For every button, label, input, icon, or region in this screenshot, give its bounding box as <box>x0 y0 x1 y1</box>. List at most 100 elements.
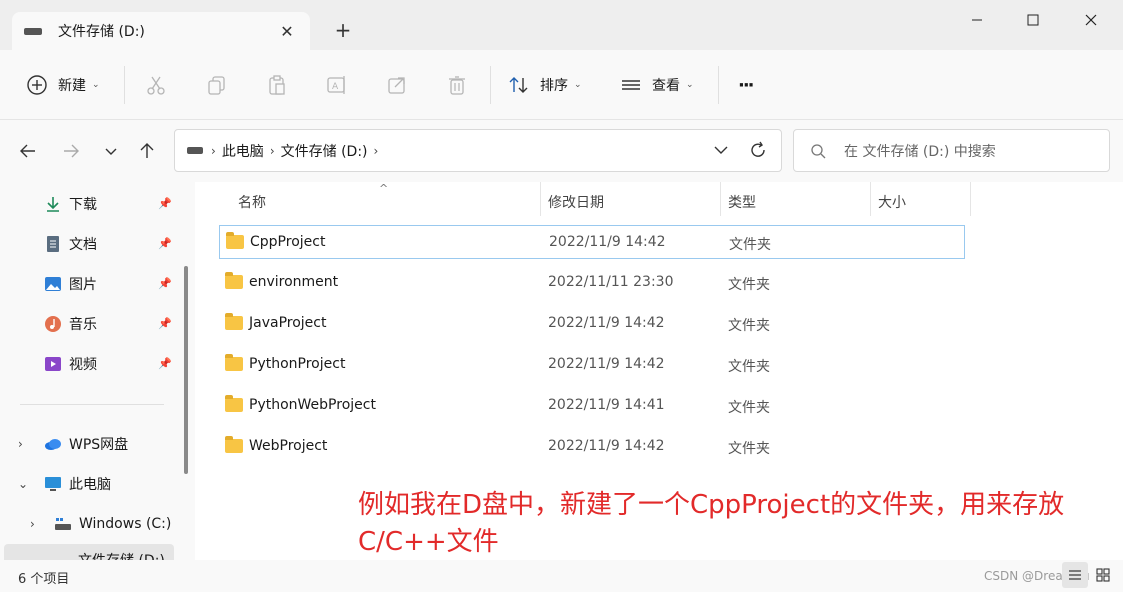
chevron-down-icon <box>105 148 117 155</box>
divider <box>718 66 719 104</box>
rename-button[interactable]: A <box>324 72 350 98</box>
trash-icon <box>449 76 465 95</box>
column-header-size[interactable]: 大小 <box>878 192 906 212</box>
sidebar-item-music[interactable]: 音乐 <box>44 311 97 337</box>
copy-button[interactable] <box>204 72 230 98</box>
close-window-button[interactable] <box>1076 6 1106 34</box>
divider <box>20 404 164 405</box>
tiles-view-button[interactable] <box>1090 562 1116 588</box>
sidebar-item-documents[interactable]: 文档 <box>44 231 97 257</box>
pin-icon[interactable]: 📌 <box>158 197 172 210</box>
collapse-this-pc-button[interactable]: ⌄ <box>18 477 28 491</box>
forward-button[interactable] <box>58 138 84 164</box>
pin-icon[interactable]: 📌 <box>158 277 172 290</box>
delete-button[interactable] <box>444 72 470 98</box>
tab-close-button[interactable]: ✕ <box>272 22 302 41</box>
breadcrumb-drive-d[interactable]: 文件存储 (D:) <box>281 141 368 161</box>
back-button[interactable] <box>15 138 41 164</box>
chevron-right-icon: › <box>211 143 216 158</box>
arrow-left-icon <box>20 144 35 158</box>
table-row[interactable]: JavaProject 2022/11/9 14:42 文件夹 <box>219 307 965 341</box>
folder-icon <box>225 436 243 453</box>
new-label: 新建 <box>58 78 86 94</box>
download-icon <box>47 197 59 212</box>
details-view-icon <box>1069 570 1081 580</box>
status-bar: 6 个项目 CSDN @DreamSu <box>0 560 1123 592</box>
paste-button[interactable] <box>264 72 290 98</box>
minimize-button[interactable] <box>962 6 992 34</box>
more-button[interactable]: ··· <box>738 72 754 98</box>
video-icon <box>45 357 61 371</box>
up-button[interactable] <box>134 138 160 164</box>
pin-icon[interactable]: 📌 <box>158 317 172 330</box>
pin-icon[interactable]: 📌 <box>158 357 172 370</box>
sidebar-item-pictures[interactable]: 图片 <box>44 271 97 297</box>
item-count: 6 个项目 <box>18 572 70 587</box>
sidebar-item-this-pc[interactable]: 此电脑 <box>44 471 111 497</box>
pin-icon[interactable]: 📌 <box>158 237 172 250</box>
address-bar[interactable]: › 此电脑 › 文件存储 (D:) › <box>174 129 782 172</box>
refresh-button[interactable] <box>749 141 767 163</box>
column-divider[interactable] <box>970 182 971 216</box>
address-dropdown-button[interactable] <box>713 142 729 162</box>
column-divider[interactable] <box>720 182 721 216</box>
maximize-button[interactable] <box>1018 6 1048 34</box>
chevron-right-icon[interactable]: › <box>374 144 379 158</box>
refresh-icon <box>751 141 765 157</box>
sort-button[interactable]: 排序 ⌄ <box>508 72 582 98</box>
sidebar-item-label: 文件存储 (D:) <box>78 550 165 560</box>
file-date: 2022/11/9 14:41 <box>548 397 665 413</box>
sidebar-item-drive-d[interactable]: 文件存储 (D:) <box>4 544 174 560</box>
sidebar-item-label: 文档 <box>69 237 97 253</box>
folder-icon <box>225 354 243 371</box>
expand-drive-c-button[interactable]: › <box>30 517 35 531</box>
sidebar-item-videos[interactable]: 视频 <box>44 351 97 377</box>
file-type: 文件夹 <box>728 359 770 375</box>
file-name: PythonProject <box>249 356 346 372</box>
view-button[interactable]: 查看 ⌄ <box>620 72 694 98</box>
sidebar-item-drive-c[interactable]: Windows (C:) <box>54 511 171 537</box>
add-icon <box>27 75 47 95</box>
column-header-type[interactable]: 类型 <box>728 192 756 212</box>
file-name: JavaProject <box>249 315 327 331</box>
expand-wps-button[interactable]: › <box>18 437 23 451</box>
maximize-icon <box>1027 14 1039 26</box>
tab-file-storage[interactable]: 文件存储 (D:) ✕ <box>12 12 310 50</box>
chevron-right-icon: › <box>269 143 275 158</box>
details-view-button[interactable] <box>1062 562 1088 588</box>
breadcrumb-this-pc[interactable]: 此电脑 <box>222 141 264 161</box>
column-header-date[interactable]: 修改日期 <box>548 192 604 212</box>
svg-text:A: A <box>332 82 339 92</box>
title-bar: 文件存储 (D:) ✕ + <box>0 0 1123 50</box>
navigation-pane: 下载 📌 文档 📌 图片 📌 音乐 📌 视频 📌 › WPS网盘 ⌄ 此电脑 ›… <box>0 182 195 560</box>
table-row[interactable]: WebProject 2022/11/9 14:42 文件夹 <box>219 430 965 464</box>
table-row[interactable]: PythonProject 2022/11/9 14:42 文件夹 <box>219 348 965 382</box>
computer-icon <box>45 477 61 491</box>
view-label: 查看 <box>652 78 680 94</box>
table-row[interactable]: environment 2022/11/11 23:30 文件夹 <box>219 266 965 300</box>
sidebar-item-label: 此电脑 <box>69 477 111 493</box>
sort-label: 排序 <box>540 78 568 94</box>
close-icon <box>1085 14 1097 26</box>
new-tab-button[interactable]: + <box>330 18 356 42</box>
sidebar-item-label: 视频 <box>69 357 97 373</box>
table-row[interactable]: PythonWebProject 2022/11/9 14:41 文件夹 <box>219 389 965 423</box>
sidebar-item-downloads[interactable]: 下载 <box>44 191 97 217</box>
annotation-text: 例如我在D盘中，新建了一个CppProject的文件夹，用来存放C/C++文件 <box>358 490 1065 557</box>
column-divider[interactable] <box>870 182 871 216</box>
column-header-name[interactable]: 名称 <box>238 192 266 212</box>
cut-button[interactable] <box>143 72 169 98</box>
search-box[interactable]: 在 文件存储 (D:) 中搜索 <box>793 129 1110 172</box>
table-row[interactable]: CppProject 2022/11/9 14:42 文件夹 <box>219 225 965 259</box>
share-button[interactable] <box>384 72 410 98</box>
copy-icon <box>208 76 225 95</box>
sidebar-scrollbar[interactable] <box>184 266 188 474</box>
paste-icon <box>269 75 285 95</box>
file-type: 文件夹 <box>728 318 770 334</box>
column-divider[interactable] <box>540 182 541 216</box>
file-date: 2022/11/9 14:42 <box>548 438 665 454</box>
sidebar-item-wps-cloud[interactable]: WPS网盘 <box>44 431 128 457</box>
recent-locations-button[interactable] <box>98 138 124 164</box>
new-button[interactable]: 新建 ⌄ <box>26 72 100 98</box>
search-icon <box>811 143 826 158</box>
